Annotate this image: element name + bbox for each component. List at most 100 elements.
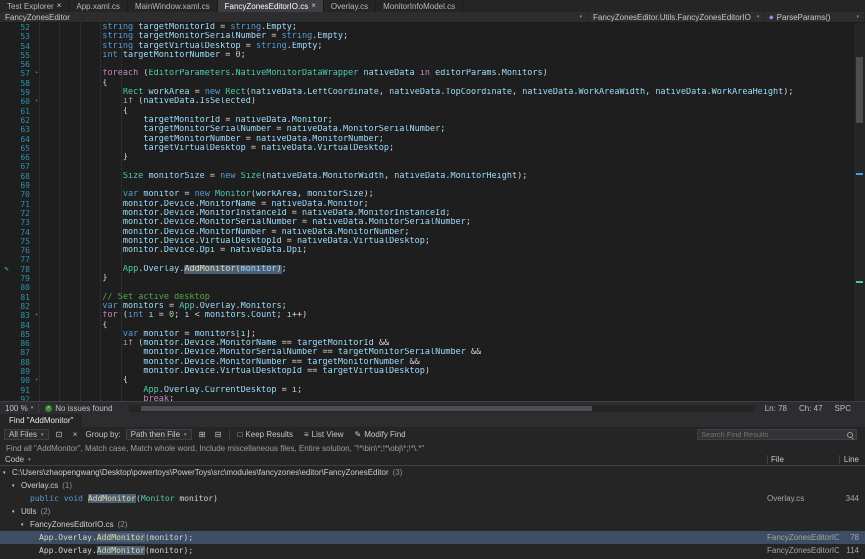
- line-number[interactable]: 63: [13, 125, 32, 134]
- member-dropdown[interactable]: ◆ ParseParams() ▾: [764, 12, 865, 22]
- line-number[interactable]: 64: [13, 135, 32, 144]
- list-view-button[interactable]: ≡ List View: [301, 430, 347, 439]
- line-number[interactable]: 53: [13, 32, 32, 41]
- group-by-dropdown[interactable]: Path then File ▾: [126, 429, 192, 440]
- scrollbar-thumb[interactable]: [141, 406, 592, 411]
- code-line[interactable]: 75 monitor.Device.VirtualDesktopId = nat…: [0, 237, 853, 246]
- expand-arrow-icon[interactable]: ▾: [21, 522, 30, 528]
- expand-all-icon[interactable]: ⊞: [197, 430, 208, 439]
- code-line[interactable]: 62 targetMonitorId = nativeData.Monitor;: [0, 116, 853, 125]
- modify-find-button[interactable]: ✎ Modify Find: [352, 430, 409, 439]
- type-dropdown[interactable]: FancyZonesEditor.Utils.FancyZonesEditorI…: [588, 12, 764, 22]
- line-number[interactable]: 58: [13, 79, 32, 88]
- line-number[interactable]: 68: [13, 172, 32, 181]
- code-line[interactable]: 67: [0, 162, 853, 171]
- find-results-tab[interactable]: Find "AddMonitor": [0, 414, 82, 427]
- line-number[interactable]: 60: [13, 97, 32, 106]
- tab-fancyzoneseditorio-cs[interactable]: FancyZonesEditorIO.cs×: [218, 0, 324, 12]
- fold-chevron-icon[interactable]: ▾: [32, 376, 41, 385]
- horizontal-scrollbar[interactable]: [129, 405, 755, 412]
- expand-arrow-icon[interactable]: ▾: [3, 470, 12, 476]
- line-number[interactable]: 84: [13, 321, 32, 330]
- code-line[interactable]: 84 {: [0, 321, 853, 330]
- code-line[interactable]: 77: [0, 255, 853, 264]
- code-line[interactable]: 64 targetMonitorNumber = nativeData.Moni…: [0, 135, 853, 144]
- code-line[interactable]: 55 int targetMonitorNumber = 0;: [0, 51, 853, 60]
- fold-chevron-icon[interactable]: ▾: [32, 69, 41, 78]
- code-line[interactable]: 58 {: [0, 79, 853, 88]
- code-line[interactable]: 88 monitor.Device.MonitorNumber == targe…: [0, 358, 853, 367]
- line-number[interactable]: 78: [13, 265, 32, 274]
- line-number[interactable]: 80: [13, 283, 32, 292]
- tab-overlay-cs[interactable]: Overlay.cs: [324, 0, 376, 12]
- code-line[interactable]: 53 string targetMonitorSerialNumber = st…: [0, 32, 853, 41]
- project-dropdown[interactable]: FancyZonesEditor ▾: [0, 12, 588, 22]
- close-icon[interactable]: ×: [311, 2, 316, 10]
- code-line[interactable]: 60▾ if (nativeData.IsSelected): [0, 97, 853, 106]
- line-number[interactable]: 67: [13, 162, 32, 171]
- zoom-selector[interactable]: 100 % ▾: [0, 404, 38, 413]
- expand-arrow-icon[interactable]: ▾: [12, 509, 21, 515]
- code-line[interactable]: 70 var monitor = new Monitor(workArea, m…: [0, 190, 853, 199]
- code-line[interactable]: 85 var monitor = monitors[i];: [0, 330, 853, 339]
- vertical-scrollbar[interactable]: [853, 23, 865, 401]
- search-results-box[interactable]: [697, 429, 857, 440]
- line-number[interactable]: 86: [13, 339, 32, 348]
- code-line[interactable]: 57▾ foreach (EditorParameters.NativeMoni…: [0, 69, 853, 78]
- code-line[interactable]: 79 }: [0, 274, 853, 283]
- tab-app-xaml-cs[interactable]: App.xaml.cs: [69, 0, 128, 12]
- line-number[interactable]: 90: [13, 376, 32, 385]
- line-number[interactable]: 81: [13, 293, 32, 302]
- code-line[interactable]: 66 }: [0, 153, 853, 162]
- close-icon[interactable]: ×: [57, 2, 62, 10]
- line-number[interactable]: 57: [13, 69, 32, 78]
- code-line[interactable]: 86 if (monitor.Device.MonitorName == tar…: [0, 339, 853, 348]
- keep-results-button[interactable]: □ Keep Results: [235, 430, 296, 439]
- code-line[interactable]: 52 string targetMonitorId = string.Empty…: [0, 23, 853, 32]
- code-line[interactable]: 76 monitor.Device.Dpi = nativeData.Dpi;: [0, 246, 853, 255]
- fold-chevron-icon[interactable]: ▾: [32, 311, 41, 320]
- find-group-row[interactable]: ▾Overlay.cs(1): [0, 479, 865, 492]
- code-line[interactable]: 87 monitor.Device.MonitorSerialNumber ==…: [0, 348, 853, 357]
- code-line[interactable]: 81 // Set active desktop: [0, 293, 853, 302]
- tab-test-explorer[interactable]: Test Explorer×: [0, 0, 69, 12]
- code-line[interactable]: ✎78 App.Overlay.AddMonitor(monitor);: [0, 265, 853, 274]
- line-number[interactable]: 56: [13, 60, 32, 69]
- document-health-indicator[interactable]: ✓ No issues found: [39, 404, 118, 413]
- line-number[interactable]: 79: [13, 274, 32, 283]
- file-filter-dropdown[interactable]: All Files ▾: [4, 429, 49, 440]
- line-number[interactable]: 82: [13, 302, 32, 311]
- line-number[interactable]: 70: [13, 190, 32, 199]
- code-line[interactable]: 61 {: [0, 107, 853, 116]
- code-column-header[interactable]: Code ▾: [0, 455, 767, 464]
- line-number[interactable]: 72: [13, 209, 32, 218]
- code-line[interactable]: 82 var monitors = App.Overlay.Monitors;: [0, 302, 853, 311]
- code-line[interactable]: 65 targetVirtualDesktop = nativeData.Vir…: [0, 144, 853, 153]
- search-input[interactable]: [698, 430, 846, 439]
- code-line[interactable]: 80: [0, 283, 853, 292]
- code-line[interactable]: 69: [0, 181, 853, 190]
- find-group-row[interactable]: ▾C:\Users\zhaopengwang\Desktop\powertoys…: [0, 466, 865, 479]
- code-line[interactable]: 59 Rect workArea = new Rect(nativeData.L…: [0, 88, 853, 97]
- code-line[interactable]: 63 targetMonitorSerialNumber = nativeDat…: [0, 125, 853, 134]
- code-line[interactable]: 56: [0, 60, 853, 69]
- code-line[interactable]: 89 monitor.Device.VirtualDesktopId == ta…: [0, 367, 853, 376]
- line-number[interactable]: 83: [13, 311, 32, 320]
- code-line[interactable]: 90▾ {: [0, 376, 853, 385]
- line-number[interactable]: 85: [13, 330, 32, 339]
- code-line[interactable]: 72 monitor.Device.MonitorInstanceId = na…: [0, 209, 853, 218]
- tab-mainwindow-xaml-cs[interactable]: MainWindow.xaml.cs: [128, 0, 218, 12]
- line-number[interactable]: 65: [13, 144, 32, 153]
- fold-chevron-icon[interactable]: ▾: [32, 97, 41, 106]
- line-number[interactable]: 66: [13, 153, 32, 162]
- line-number[interactable]: 76: [13, 246, 32, 255]
- line-number[interactable]: 55: [13, 51, 32, 60]
- line-number[interactable]: 59: [13, 88, 32, 97]
- file-column-header[interactable]: File: [767, 455, 839, 464]
- line-number[interactable]: 52: [13, 23, 32, 32]
- line-number[interactable]: 62: [13, 116, 32, 125]
- line-number[interactable]: 88: [13, 358, 32, 367]
- code-editor[interactable]: 52 string targetMonitorId = string.Empty…: [0, 23, 853, 401]
- line-number[interactable]: 75: [13, 237, 32, 246]
- collapse-all-icon[interactable]: ⊟: [213, 430, 224, 439]
